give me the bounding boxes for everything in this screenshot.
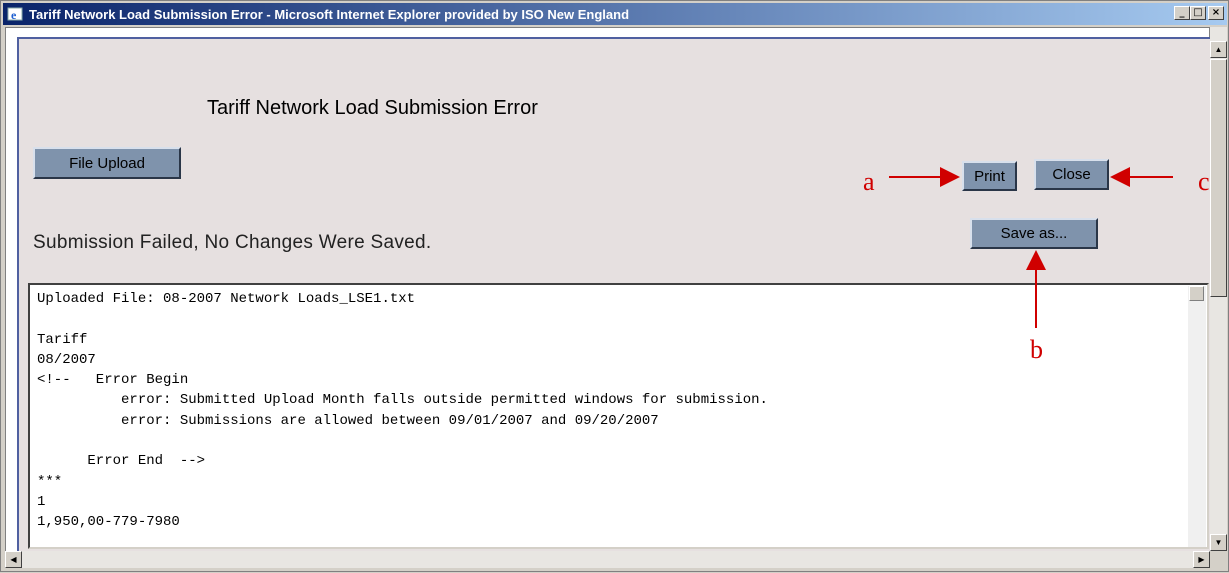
annotation-label-c: c (1198, 167, 1210, 196)
annotation-label-a: a (863, 167, 875, 196)
annotation-arrows (889, 167, 1173, 328)
annotation-label-b: b (1030, 335, 1043, 364)
browser-window: e Tariff Network Load Submission Error -… (0, 0, 1229, 572)
